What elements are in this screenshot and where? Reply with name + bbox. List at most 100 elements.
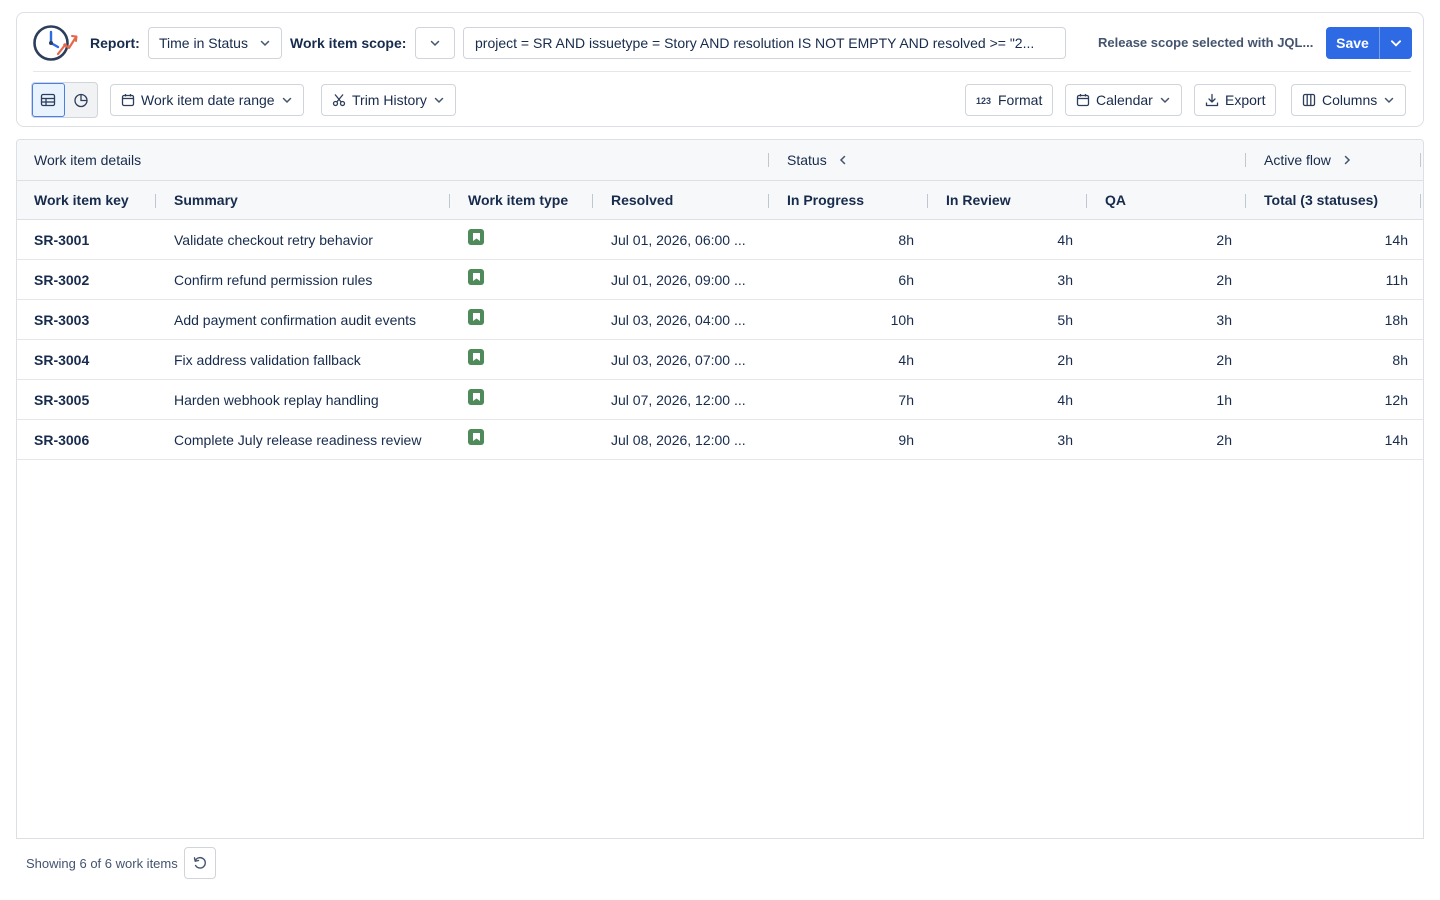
table-row: SR-3006 Complete July release readiness … xyxy=(17,420,1423,460)
total-cell: 14h xyxy=(1384,431,1408,448)
type-cell xyxy=(468,300,484,339)
trim-history-label: Trim History xyxy=(352,92,427,108)
calendar-label: Calendar xyxy=(1096,92,1153,108)
calendar-icon xyxy=(1076,94,1090,107)
work-item-key-link[interactable]: SR-3003 xyxy=(34,300,89,339)
chart-view-button[interactable] xyxy=(65,83,97,117)
resolved-cell: Jul 03, 2026, 04:00 ... xyxy=(611,311,746,328)
column-separator xyxy=(1420,194,1421,208)
group-status-label: Status xyxy=(787,152,827,168)
column-separator xyxy=(1245,194,1246,208)
chevron-down-icon xyxy=(282,97,291,104)
qa-cell: 2h xyxy=(1216,231,1232,248)
story-icon xyxy=(468,268,484,285)
chevron-right-icon[interactable] xyxy=(1341,154,1353,166)
date-range-label: Work item date range xyxy=(141,92,275,108)
work-item-key-link[interactable]: SR-3005 xyxy=(34,380,89,419)
export-button[interactable]: Export xyxy=(1194,84,1277,116)
total-cell: 14h xyxy=(1384,231,1408,248)
story-icon xyxy=(468,428,484,445)
col-work-item-type[interactable]: Work item type xyxy=(468,181,568,219)
save-button[interactable]: Save xyxy=(1326,27,1380,59)
format-button[interactable]: 123 Format xyxy=(965,84,1054,116)
col-summary[interactable]: Summary xyxy=(174,181,238,219)
report-header-row: Report: Time in Status Work item scope: … xyxy=(17,13,1423,72)
column-separator xyxy=(768,194,769,208)
report-label: Report: xyxy=(90,35,140,51)
work-item-key-link[interactable]: SR-3004 xyxy=(34,340,89,379)
trim-history-button[interactable]: Trim History xyxy=(321,84,456,116)
col-in-progress[interactable]: In Progress xyxy=(787,181,864,219)
save-button-group: Save xyxy=(1326,27,1412,59)
in-review-cell: 5h xyxy=(1057,311,1073,328)
type-cell xyxy=(468,420,484,459)
chevron-down-icon xyxy=(430,40,440,47)
col-work-item-key[interactable]: Work item key xyxy=(34,181,129,219)
report-select[interactable]: Time in Status xyxy=(148,27,282,59)
qa-cell: 3h xyxy=(1216,311,1232,328)
summary-cell: Fix address validation fallback xyxy=(174,351,361,368)
item-count: Showing 6 of 6 work items xyxy=(26,856,178,871)
resolved-cell: Jul 01, 2026, 09:00 ... xyxy=(611,271,746,288)
work-item-key-link[interactable]: SR-3006 xyxy=(34,420,89,459)
col-total[interactable]: Total (3 statuses) xyxy=(1264,181,1378,219)
table-view-button[interactable] xyxy=(32,83,65,117)
refresh-button[interactable] xyxy=(184,847,216,879)
in-progress-cell: 9h xyxy=(898,431,914,448)
qa-cell: 2h xyxy=(1216,351,1232,368)
columns-icon xyxy=(1302,93,1316,107)
scope-label: Work item scope: xyxy=(290,35,407,51)
chevron-left-icon[interactable] xyxy=(837,154,849,166)
table-row: SR-3003 Add payment confirmation audit e… xyxy=(17,300,1423,340)
total-cell: 18h xyxy=(1384,311,1408,328)
in-progress-cell: 4h xyxy=(898,351,914,368)
download-icon xyxy=(1205,93,1219,107)
column-separator xyxy=(927,194,928,208)
table-row: SR-3004 Fix address validation fallback … xyxy=(17,340,1423,380)
chevron-down-icon xyxy=(260,40,270,47)
in-progress-cell: 8h xyxy=(898,231,914,248)
scissors-icon xyxy=(332,94,346,107)
summary-cell: Harden webhook replay handling xyxy=(174,391,379,408)
scope-message: Release scope selected with JQL... xyxy=(1098,35,1314,50)
group-status: Status xyxy=(787,140,849,180)
column-header-row: Work item key Summary Work item type Res… xyxy=(17,181,1423,220)
column-separator xyxy=(155,194,156,208)
calendar-button[interactable]: Calendar xyxy=(1065,84,1182,116)
summary-cell: Add payment confirmation audit events xyxy=(174,311,417,328)
total-cell: 11h xyxy=(1385,271,1408,288)
table-footer: Showing 6 of 6 work items xyxy=(16,838,1424,900)
work-item-key-link[interactable]: SR-3002 xyxy=(34,260,89,299)
pie-chart-icon xyxy=(74,93,88,108)
table-icon xyxy=(41,93,56,107)
group-work-item-details: Work item details xyxy=(34,152,142,168)
col-in-review[interactable]: In Review xyxy=(946,181,1011,219)
report-table: Work item details Status Active flow Wor… xyxy=(16,139,1424,839)
qa-cell: 2h xyxy=(1216,271,1232,288)
date-range-button[interactable]: Work item date range xyxy=(110,84,304,116)
total-cell: 12h xyxy=(1384,391,1408,408)
column-separator xyxy=(1086,194,1087,208)
in-review-cell: 2h xyxy=(1057,351,1073,368)
columns-button[interactable]: Columns xyxy=(1291,84,1407,116)
chevron-down-icon xyxy=(1160,97,1170,104)
chevron-down-icon xyxy=(434,97,444,104)
in-review-cell: 3h xyxy=(1057,431,1073,448)
type-cell xyxy=(468,220,484,259)
in-progress-cell: 6h xyxy=(898,271,914,288)
story-icon xyxy=(468,348,484,365)
export-label: Export xyxy=(1225,92,1266,108)
number-format-icon: 123 xyxy=(976,96,991,106)
group-active-flow-label: Active flow xyxy=(1264,152,1331,168)
story-icon xyxy=(468,228,484,245)
scope-type-select[interactable] xyxy=(415,27,455,59)
in-progress-cell: 10h xyxy=(890,311,914,328)
col-resolved[interactable]: Resolved xyxy=(611,181,673,219)
in-progress-cell: 7h xyxy=(898,391,914,408)
work-item-key-link[interactable]: SR-3001 xyxy=(34,220,89,259)
resolved-cell: Jul 01, 2026, 06:00 ... xyxy=(611,231,746,248)
save-options-button[interactable] xyxy=(1380,36,1412,50)
col-qa[interactable]: QA xyxy=(1105,181,1126,219)
jql-input[interactable]: project = SR AND issuetype = Story AND r… xyxy=(463,27,1066,59)
table-row: SR-3005 Harden webhook replay handling J… xyxy=(17,380,1423,420)
